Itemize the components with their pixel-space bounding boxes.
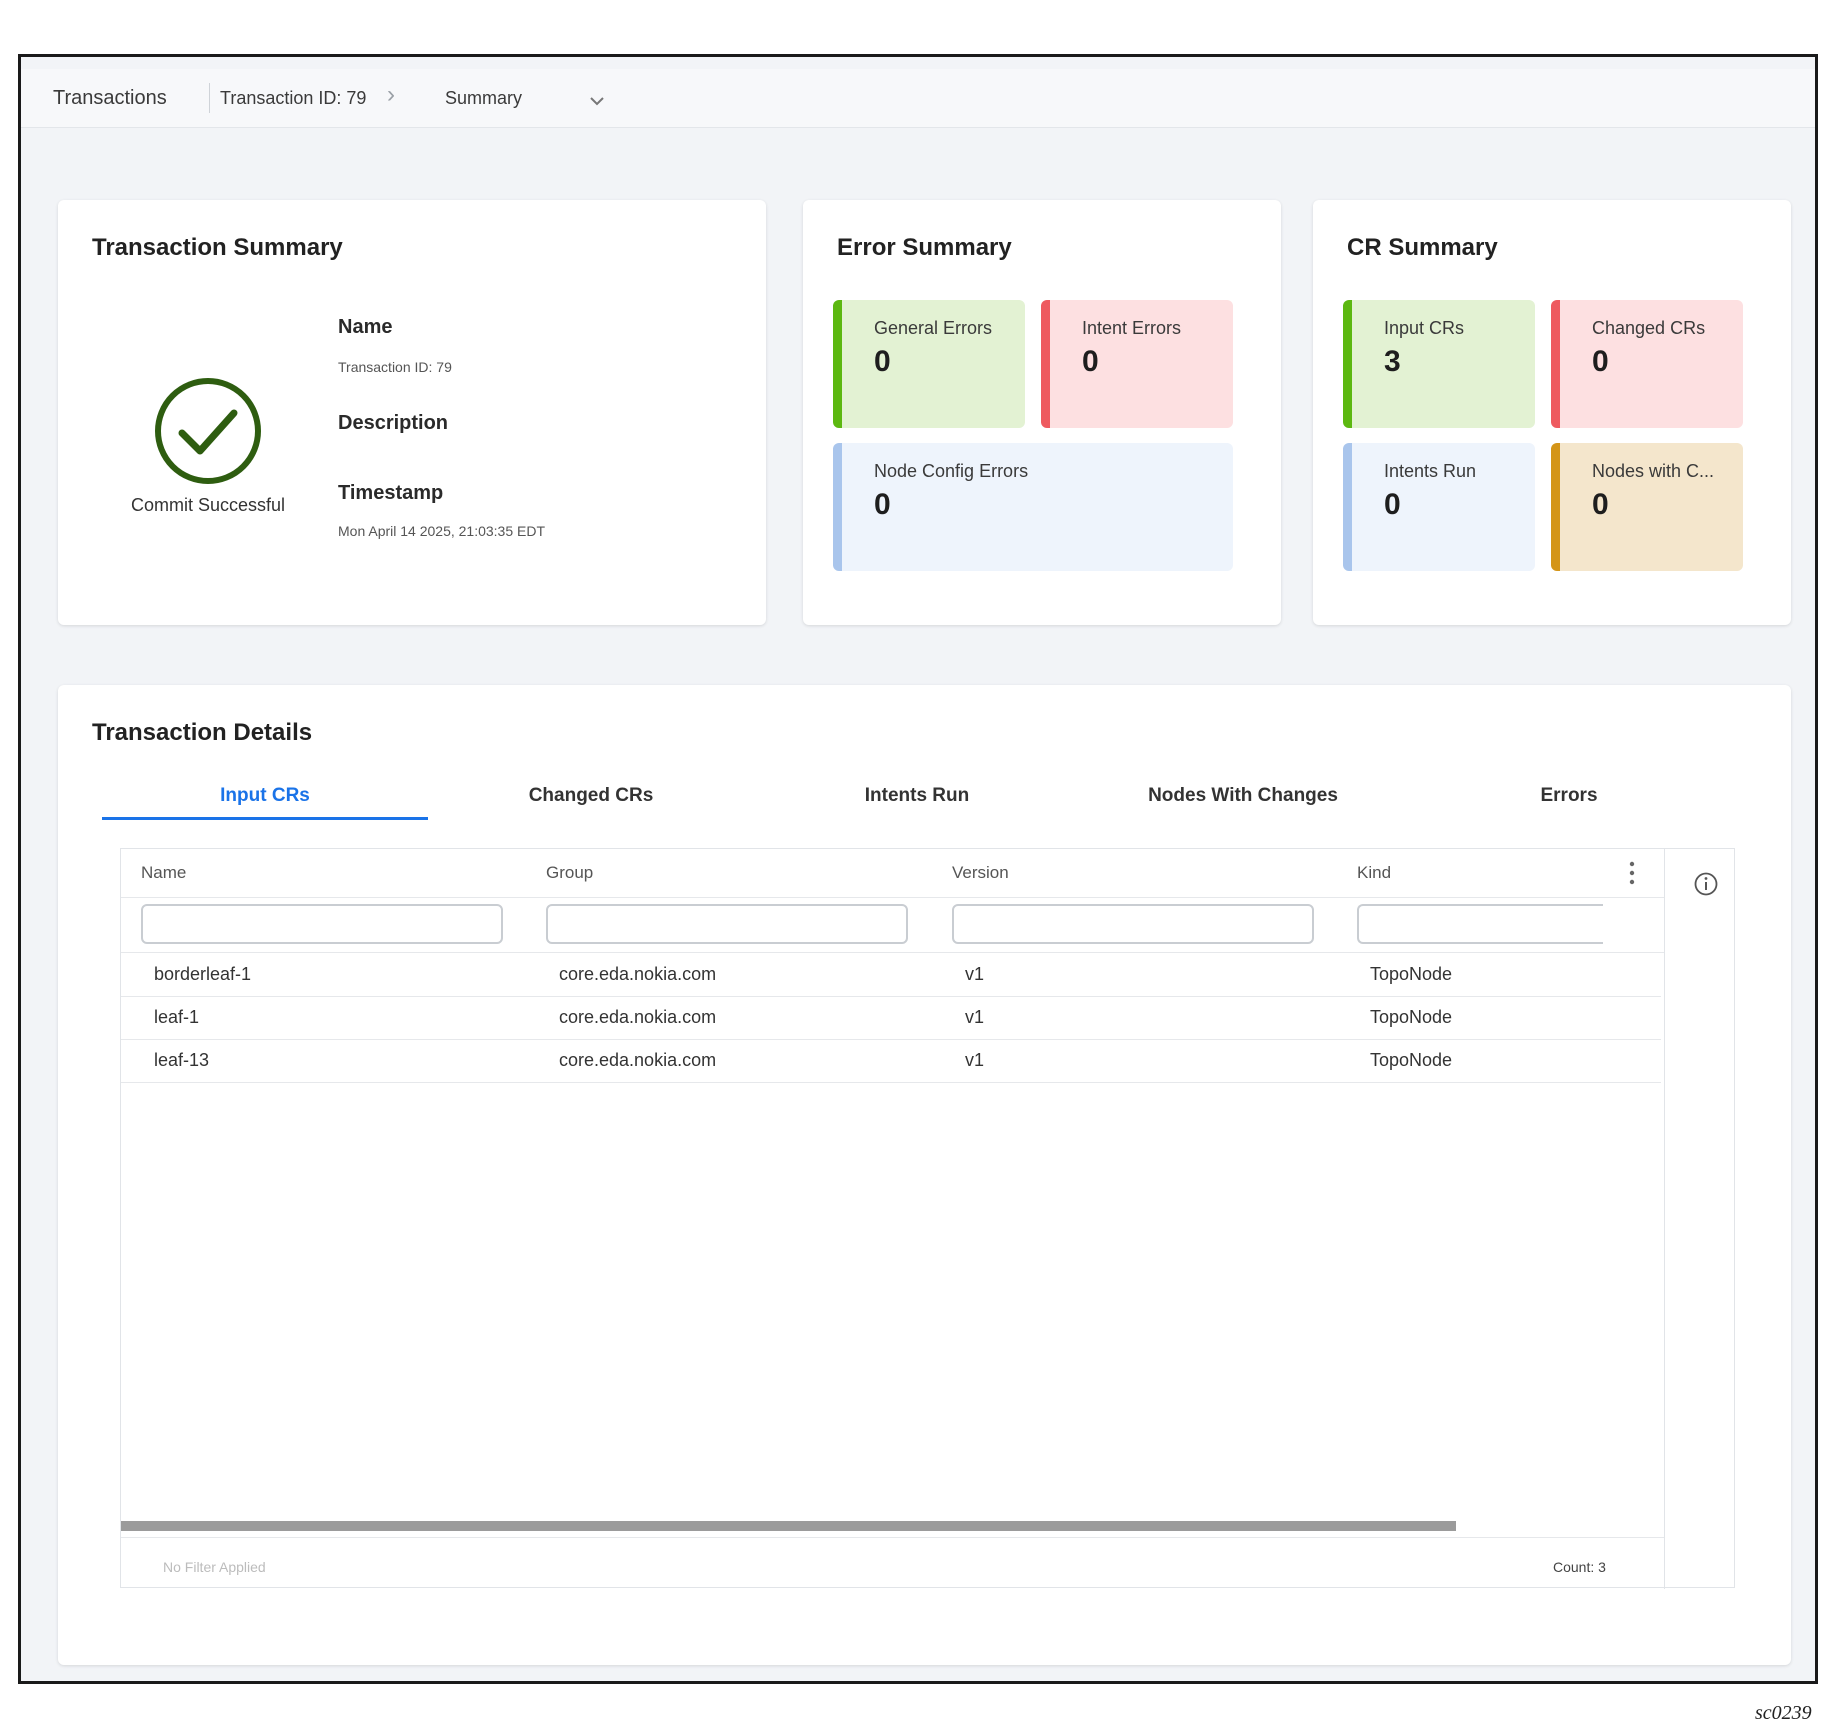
tile-value: 3	[1384, 345, 1401, 378]
changed-crs-tile[interactable]: Changed CRs 0	[1551, 300, 1743, 428]
table-row[interactable]: leaf-13 core.eda.nokia.com v1 TopoNode	[121, 1039, 1661, 1083]
header-divider	[121, 897, 1664, 898]
input-crs-table: Name Group Version Kind borderleaf-1 cor…	[120, 848, 1735, 1589]
row-count: Count: 3	[1553, 1559, 1606, 1575]
filter-status: No Filter Applied	[163, 1559, 266, 1575]
footer-divider	[121, 1537, 1664, 1538]
transaction-details-card: Transaction Details Input CRs Changed CR…	[58, 685, 1791, 1665]
tile-label: General Errors	[874, 318, 993, 338]
intent-errors-tile[interactable]: Intent Errors 0	[1041, 300, 1233, 428]
cell-kind: TopoNode	[1370, 1007, 1453, 1027]
transaction-summary-card: Transaction Summary Commit Successful Na…	[58, 200, 766, 625]
cell-version: v1	[965, 964, 985, 984]
tile-label: Input CRs	[1384, 318, 1465, 338]
breadcrumb: Transactions Transaction ID: 79 › Summar…	[21, 69, 1815, 128]
commit-status: Commit Successful	[118, 375, 298, 516]
tile-value: 0	[874, 345, 891, 378]
tile-value: 0	[1592, 488, 1609, 521]
card-title: CR Summary	[1347, 234, 1498, 261]
cell-name: leaf-1	[154, 1007, 200, 1027]
timestamp-label: Timestamp	[338, 482, 444, 504]
figure-label: sc0239	[1755, 1702, 1812, 1724]
error-summary-card: Error Summary General Errors 0 Intent Er…	[803, 200, 1281, 625]
card-title: Error Summary	[837, 234, 1012, 261]
cell-version: v1	[965, 1050, 985, 1070]
filter-input-version[interactable]	[952, 904, 1314, 944]
card-title: Transaction Summary	[92, 234, 343, 261]
cr-summary-card: CR Summary Input CRs 3 Changed CRs 0 Int…	[1313, 200, 1791, 625]
cell-group: core.eda.nokia.com	[559, 964, 717, 984]
cell-group: core.eda.nokia.com	[559, 1050, 717, 1070]
column-header-kind[interactable]: Kind	[1357, 863, 1391, 883]
tile-value: 0	[1082, 345, 1099, 378]
column-menu-icon[interactable]	[1629, 861, 1635, 890]
column-header-group[interactable]: Group	[546, 863, 593, 883]
tile-value: 0	[1592, 345, 1609, 378]
filter-input-group[interactable]	[546, 904, 908, 944]
breadcrumb-divider	[209, 83, 210, 113]
breadcrumb-transaction-id[interactable]: Transaction ID: 79	[220, 88, 366, 109]
tab-errors[interactable]: Errors	[1406, 785, 1732, 807]
tile-value: 0	[874, 488, 891, 521]
cell-kind: TopoNode	[1370, 964, 1453, 984]
info-icon[interactable]	[1693, 871, 1719, 902]
sidebar-divider	[1664, 849, 1665, 1589]
check-circle-icon	[155, 378, 261, 484]
timestamp-value: Mon April 14 2025, 21:03:35 EDT	[338, 523, 546, 539]
details-tabs: Input CRs Changed CRs Intents Run Nodes …	[102, 785, 1742, 825]
node-config-errors-tile[interactable]: Node Config Errors 0	[833, 443, 1233, 571]
name-value: Transaction ID: 79	[338, 359, 452, 375]
input-crs-tile[interactable]: Input CRs 3	[1343, 300, 1535, 428]
intents-run-tile[interactable]: Intents Run 0	[1343, 443, 1535, 571]
breadcrumb-view-select[interactable]: Summary	[445, 88, 522, 109]
card-title: Transaction Details	[92, 719, 313, 746]
breadcrumb-transactions[interactable]: Transactions	[53, 87, 167, 110]
tab-input-crs[interactable]: Input CRs	[102, 785, 428, 807]
table-row[interactable]: leaf-1 core.eda.nokia.com v1 TopoNode	[121, 996, 1661, 1040]
tile-label: Changed CRs	[1592, 318, 1706, 338]
status-label: Commit Successful	[130, 495, 286, 515]
tab-changed-crs[interactable]: Changed CRs	[428, 785, 754, 807]
chevron-down-icon[interactable]	[589, 85, 605, 113]
tile-label: Intents Run	[1384, 461, 1477, 481]
column-header-version[interactable]: Version	[952, 863, 1009, 883]
column-header-name[interactable]: Name	[141, 863, 186, 883]
horizontal-scrollbar[interactable]	[121, 1521, 1456, 1531]
cell-group: core.eda.nokia.com	[559, 1007, 717, 1027]
filter-input-name[interactable]	[141, 904, 503, 944]
tab-intents-run[interactable]: Intents Run	[754, 785, 1080, 807]
nodes-with-changes-tile[interactable]: Nodes with C... 0	[1551, 443, 1743, 571]
tile-value: 0	[1384, 488, 1401, 521]
app-frame: Transactions Transaction ID: 79 › Summar…	[18, 54, 1818, 1684]
name-label: Name	[338, 316, 393, 338]
tile-label: Node Config Errors	[874, 461, 1029, 481]
active-tab-indicator	[102, 817, 428, 820]
description-label: Description	[338, 412, 449, 434]
general-errors-tile[interactable]: General Errors 0	[833, 300, 1025, 428]
chevron-right-icon: ›	[387, 81, 395, 108]
cell-name: borderleaf-1	[154, 964, 252, 984]
tab-nodes-with-changes[interactable]: Nodes With Changes	[1080, 785, 1406, 807]
filter-input-kind[interactable]	[1357, 904, 1603, 944]
cell-kind: TopoNode	[1370, 1050, 1453, 1070]
cell-version: v1	[965, 1007, 985, 1027]
tile-label: Nodes with C...	[1592, 461, 1715, 481]
table-row[interactable]: borderleaf-1 core.eda.nokia.com v1 TopoN…	[121, 953, 1661, 997]
tile-label: Intent Errors	[1082, 318, 1182, 338]
cell-name: leaf-13	[154, 1050, 210, 1070]
